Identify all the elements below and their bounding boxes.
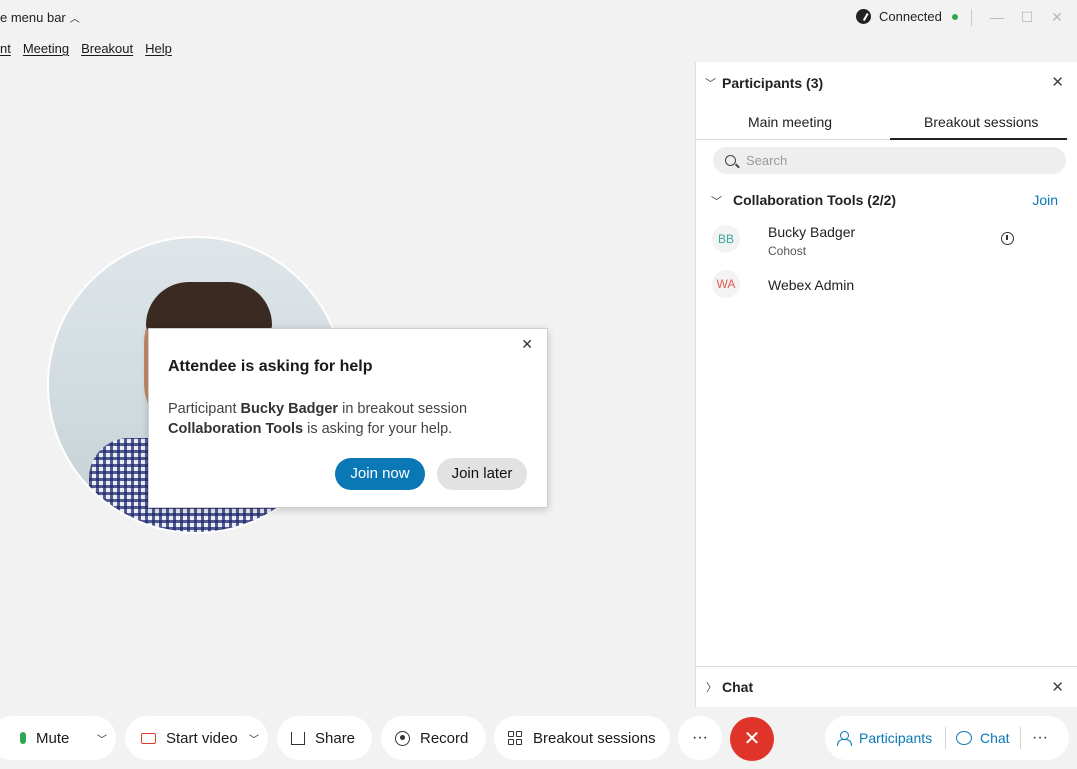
avatar: BB — [712, 225, 740, 253]
meeting-controls: Mute ﹀ Start video ﹀ Share Record Breako… — [0, 707, 1077, 769]
join-now-button[interactable]: Join now — [335, 458, 425, 490]
minimize-button[interactable]: — — [987, 7, 1007, 27]
start-video-label: Start video — [166, 729, 238, 747]
chevron-down-icon[interactable]: ﹀ — [711, 193, 722, 209]
status-dot-icon — [951, 13, 958, 20]
close-window-button[interactable]: ✕ — [1047, 7, 1067, 27]
chevron-down-icon[interactable]: ﹀ — [97, 731, 107, 746]
breakout-icon — [508, 730, 523, 746]
breakout-group-name: Collaboration Tools (2/2) — [733, 192, 897, 208]
connection-status[interactable]: Connected — [856, 9, 958, 24]
dialog-title: Attendee is asking for help — [168, 358, 373, 375]
menu-meeting[interactable]: Meeting — [23, 41, 69, 56]
menu-participant[interactable]: nt — [0, 41, 11, 56]
chevron-right-icon[interactable]: 〉 — [706, 679, 717, 695]
join-session-link[interactable]: Join — [1032, 192, 1058, 208]
maximize-button[interactable]: ☐ — [1017, 7, 1037, 27]
share-icon — [291, 731, 305, 745]
video-off-icon — [141, 732, 156, 744]
help-request-icon[interactable] — [1001, 232, 1014, 245]
hide-menu-bar-toggle[interactable]: e menu bar ︿ — [0, 10, 80, 25]
titlebar-divider — [971, 9, 972, 26]
record-button[interactable]: Record — [381, 716, 486, 760]
tab-main-meeting[interactable]: Main meeting — [748, 114, 832, 130]
dialog-participant-name: Bucky Badger — [240, 401, 339, 417]
start-video-button[interactable]: Start video ﹀ — [125, 716, 268, 760]
toolbar-divider — [945, 727, 946, 749]
chat-title: Chat — [722, 679, 754, 695]
chat-toggle-button[interactable]: Chat — [956, 716, 1010, 760]
record-icon — [395, 730, 410, 746]
search-icon — [725, 155, 736, 166]
record-label: Record — [420, 729, 469, 747]
hide-menu-bar-label: e menu bar — [0, 10, 66, 25]
person-icon — [837, 730, 852, 746]
dialog-body-mid: in breakout session — [338, 401, 468, 417]
menu-breakout[interactable]: Breakout — [81, 41, 133, 56]
join-later-button[interactable]: Join later — [437, 458, 527, 490]
chevron-up-icon: ︿ — [69, 14, 80, 25]
end-call-button[interactable]: ✕ — [730, 717, 774, 761]
tab-breakout-sessions[interactable]: Breakout sessions — [924, 114, 1038, 130]
participant-row[interactable]: WA Webex Admin — [696, 270, 1077, 310]
connection-icon — [856, 9, 871, 24]
participants-tabs: Main meeting Breakout sessions — [696, 104, 1068, 140]
chat-toggle-label: Chat — [980, 730, 1010, 746]
participant-row[interactable]: BB Bucky Badger Cohost — [696, 220, 1077, 260]
close-chat-icon[interactable]: ✕ — [1051, 678, 1064, 696]
avatar: WA — [712, 270, 740, 298]
participants-toggle-label: Participants — [859, 730, 933, 746]
more-options-button[interactable]: ··· — [678, 716, 722, 760]
participants-header: ﹀ Participants (3) ✕ — [696, 62, 1077, 104]
microphone-icon — [20, 732, 26, 744]
dialog-body-suffix: is asking for your help. — [303, 421, 453, 437]
chevron-down-icon[interactable]: ﹀ — [705, 75, 716, 91]
participants-panel: ﹀ Participants (3) ✕ Main meeting Breako… — [695, 62, 1077, 707]
dialog-body: Participant Bucky Badger in breakout ses… — [168, 399, 528, 439]
connection-status-label: Connected — [879, 9, 942, 24]
search-placeholder: Search — [746, 153, 788, 168]
menu-bar: nt Meeting Breakout Help — [0, 35, 695, 62]
participant-search-input[interactable]: Search — [713, 147, 1066, 174]
participant-name: Bucky Badger — [768, 224, 856, 240]
breakout-group-header: ﹀ Collaboration Tools (2/2) Join — [696, 188, 1077, 212]
mute-label: Mute — [36, 729, 70, 747]
participant-role: Cohost — [768, 244, 807, 258]
dialog-session-name: Collaboration Tools — [168, 421, 304, 437]
chat-bubble-icon — [956, 731, 972, 745]
active-tab-indicator — [890, 138, 1067, 140]
dialog-body-prefix: Participant — [168, 401, 241, 417]
breakout-sessions-label: Breakout sessions — [533, 729, 656, 747]
chevron-down-icon[interactable]: ﹀ — [249, 731, 259, 746]
share-button[interactable]: Share — [277, 716, 372, 760]
chat-panel-header: 〉 Chat ✕ — [696, 666, 1077, 707]
participants-title: Participants (3) — [722, 75, 824, 91]
toolbar-divider — [1020, 727, 1021, 749]
help-request-dialog: ✕ Attendee is asking for help Participan… — [148, 328, 548, 508]
participants-toggle-button[interactable]: Participants — [837, 716, 932, 760]
participant-name: Webex Admin — [768, 277, 855, 293]
close-dialog-icon[interactable]: ✕ — [521, 336, 533, 353]
overflow-menu-button[interactable]: ··· — [1032, 716, 1048, 760]
share-label: Share — [315, 729, 356, 747]
title-bar: e menu bar ︿ Connected — ☐ ✕ — [0, 0, 1077, 35]
menu-help[interactable]: Help — [145, 41, 172, 56]
mute-button[interactable]: Mute ﹀ — [0, 716, 116, 760]
avatar-hair — [146, 282, 272, 332]
close-participants-icon[interactable]: ✕ — [1051, 73, 1064, 91]
breakout-sessions-button[interactable]: Breakout sessions — [494, 716, 670, 760]
